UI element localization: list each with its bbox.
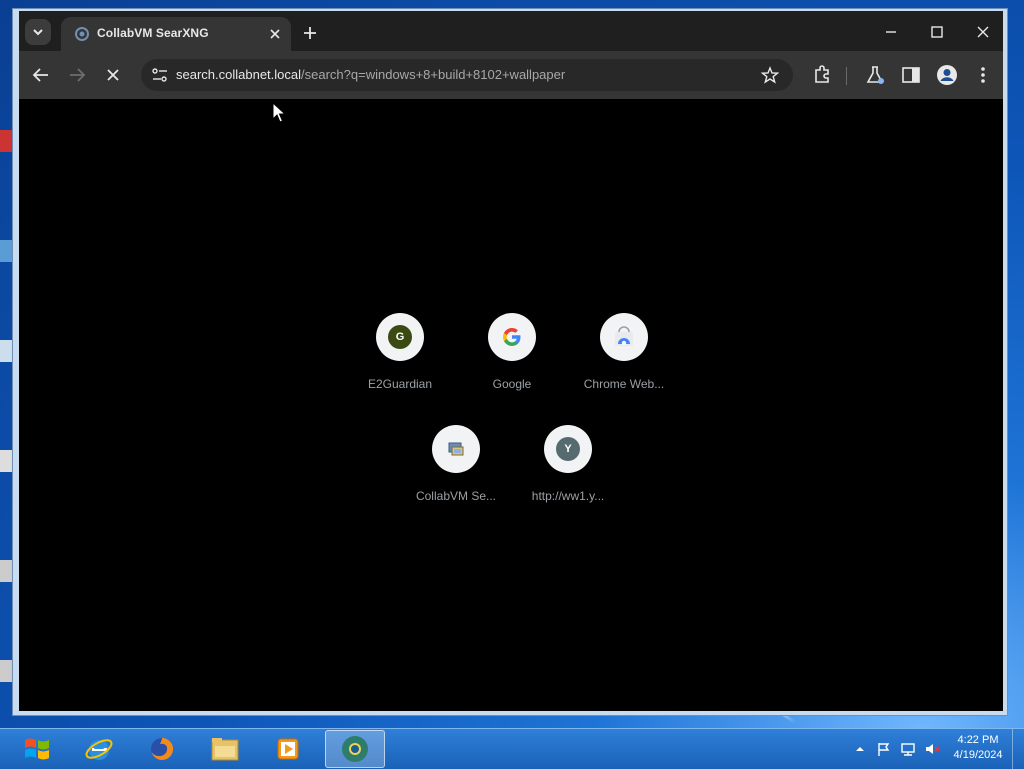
tab-bar: CollabVM SearXNG [19, 11, 1003, 51]
extensions-icon[interactable] [811, 64, 833, 86]
chrome-taskbar-button[interactable] [325, 730, 385, 768]
site-settings-icon[interactable] [151, 67, 169, 83]
clock-date: 4/19/2024 [953, 749, 1003, 761]
media-player-icon [277, 738, 299, 760]
forward-arrow-icon[interactable] [66, 64, 88, 86]
browser-window: CollabVM SearXNG search.collabnet.local/… [12, 8, 1008, 716]
side-panel-icon[interactable] [900, 64, 922, 86]
network-icon[interactable] [900, 741, 916, 757]
show-hidden-icons-icon[interactable] [852, 741, 868, 757]
volume-muted-icon[interactable] [924, 741, 940, 757]
windows-logo-icon [25, 738, 49, 760]
badge-letter: G [395, 331, 405, 343]
minimize-icon[interactable] [881, 22, 901, 42]
chrome-frame: CollabVM SearXNG search.collabnet.local/… [19, 11, 1003, 711]
firefox-taskbar-button[interactable] [133, 730, 191, 768]
bookmark-star-icon[interactable] [761, 66, 779, 84]
shortcut-tile[interactable]: Google [457, 313, 567, 391]
new-tab-icon[interactable] [301, 24, 319, 42]
internet-explorer-taskbar-button[interactable] [70, 730, 128, 768]
url-host: search.collabnet.local [176, 67, 302, 82]
close-window-icon[interactable] [973, 22, 993, 42]
shortcut-tile[interactable]: Chrome Web... [569, 313, 679, 391]
shortcut-icon-circle: G [376, 313, 424, 361]
shortcut-tile[interactable]: G E2Guardian [345, 313, 455, 391]
searxng-favicon-icon [75, 27, 89, 41]
firefox-icon [151, 737, 174, 760]
tab-search-button[interactable] [25, 19, 51, 45]
action-center-flag-icon[interactable] [876, 741, 892, 757]
letter-g-icon: G [388, 325, 412, 349]
internet-explorer-icon [85, 739, 113, 760]
shortcut-icon-circle [600, 313, 648, 361]
system-clock[interactable]: 4:22 PM 4/19/2024 [946, 733, 1010, 763]
shortcut-icon-circle [432, 425, 480, 473]
shortcut-label: CollabVM Se... [415, 489, 497, 503]
file-explorer-taskbar-button[interactable] [196, 730, 254, 768]
folder-icon [211, 738, 239, 761]
labs-flask-icon[interactable] [864, 64, 886, 86]
media-player-taskbar-button[interactable] [259, 730, 317, 768]
profile-avatar-icon[interactable] [936, 64, 958, 86]
shortcut-label: Google [492, 377, 532, 391]
chrome-canary-icon [342, 736, 368, 762]
close-tab-icon[interactable] [267, 26, 283, 42]
stop-loading-icon[interactable] [102, 64, 124, 86]
clock-time: 4:22 PM [957, 734, 999, 746]
maximize-icon[interactable] [927, 22, 947, 42]
mouse-cursor-icon [272, 102, 286, 123]
shortcut-label: Chrome Web... [583, 377, 665, 391]
back-arrow-icon[interactable] [30, 64, 52, 86]
taskbar: 4:22 PM 4/19/2024 [0, 728, 1024, 769]
toolbar-separator [846, 67, 847, 85]
letter-y-icon: Y [556, 437, 580, 461]
collabvm-icon [448, 442, 464, 456]
shortcut-icon-circle [488, 313, 536, 361]
badge-letter: Y [564, 443, 572, 455]
url-path: /search?q=windows+8+build+8102+wallpaper [301, 67, 566, 82]
tab-active[interactable]: CollabVM SearXNG [61, 17, 291, 51]
more-menu-icon[interactable] [972, 64, 994, 86]
shortcut-label: http://ww1.y... [531, 489, 605, 503]
shortcut-tile[interactable]: CollabVM Se... [401, 425, 511, 503]
google-logo-icon [503, 328, 521, 346]
shortcut-tile[interactable]: Y http://ww1.y... [513, 425, 623, 503]
shortcut-label: E2Guardian [367, 377, 433, 391]
start-button[interactable] [8, 730, 66, 768]
show-desktop-button[interactable] [1012, 729, 1024, 769]
tab-title: CollabVM SearXNG [97, 26, 209, 40]
page-viewport: G E2Guardian Google Chrome Web... Collab… [19, 99, 1003, 711]
address-bar[interactable]: search.collabnet.local/search?q=windows+… [141, 59, 793, 91]
chevron-down-icon [33, 29, 43, 36]
url-text[interactable]: search.collabnet.local/search?q=windows+… [176, 67, 565, 82]
toolbar: search.collabnet.local/search?q=windows+… [19, 51, 1003, 99]
chrome-web-store-icon [615, 326, 633, 346]
shortcut-icon-circle: Y [544, 425, 592, 473]
